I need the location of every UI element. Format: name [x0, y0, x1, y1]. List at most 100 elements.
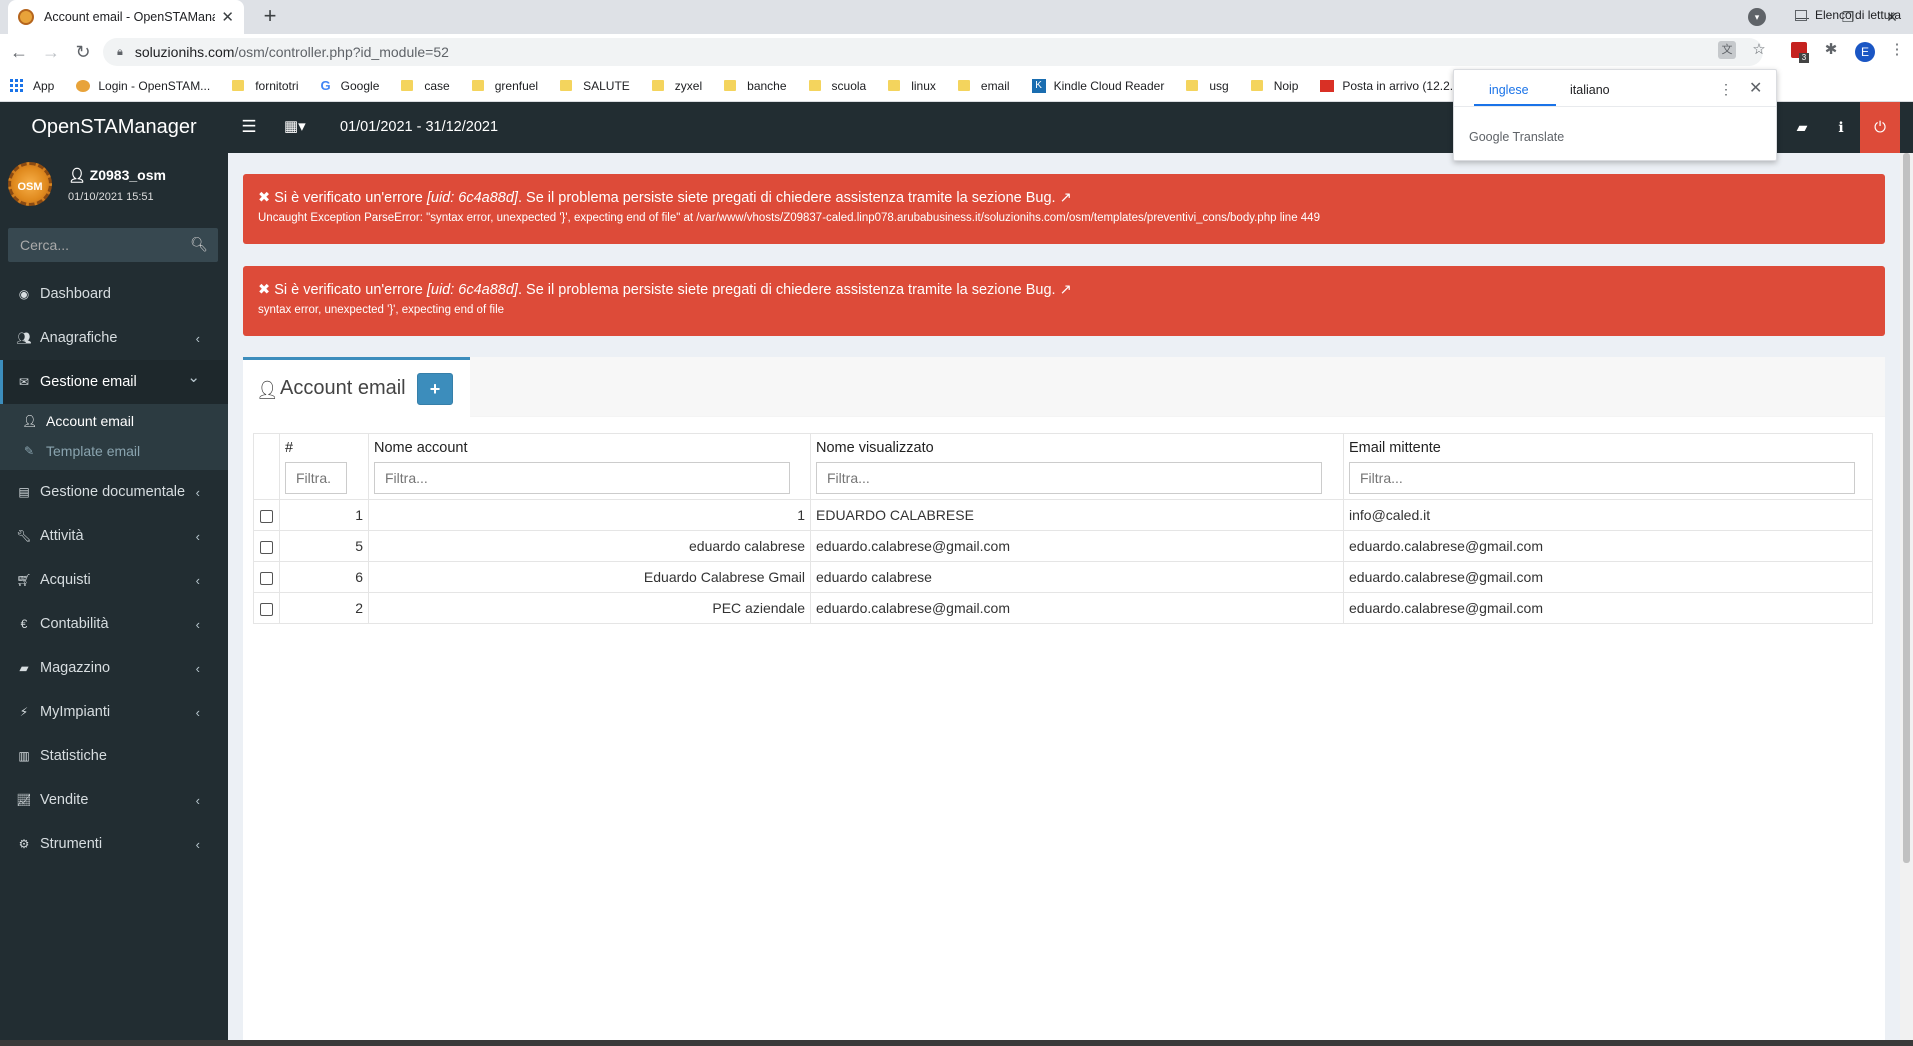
translate-tab-target[interactable]: italiano: [1570, 83, 1610, 97]
reading-list-icon: [1795, 9, 1807, 21]
bookmark-item[interactable]: usg: [1186, 79, 1229, 93]
translate-divider: [1454, 106, 1776, 107]
bookmark-item[interactable]: email: [957, 79, 1010, 93]
row-checkbox[interactable]: [260, 540, 273, 554]
bookmark-item[interactable]: banche: [724, 79, 787, 93]
sidebar-item-acquisti[interactable]: 🛒︎ Acquisti ‹: [0, 558, 228, 602]
plug-icon: ⚡︎: [19, 705, 29, 719]
tab-account-email[interactable]: 👤︎ Account email +: [243, 357, 470, 417]
bookmark-label: fornitotri: [255, 78, 299, 93]
column-header-id[interactable]: #: [279, 433, 369, 500]
back-button[interactable]: ←: [7, 40, 31, 64]
filter-input-display[interactable]: [816, 462, 1322, 494]
bookmark-label: Login - OpenSTAM...: [98, 78, 211, 93]
extensions-puzzle-icon[interactable]: ✱: [1822, 41, 1840, 59]
tab-search-icon[interactable]: ▾: [1748, 8, 1766, 26]
external-link-icon[interactable]: ↗: [1060, 282, 1072, 298]
table-row[interactable]: 2 PEC aziendale eduardo.calabrese@gmail.co…: [253, 592, 1873, 624]
bookmark-item[interactable]: G Google: [321, 78, 380, 93]
sidebar-item-myimpianti[interactable]: ⚡︎ MyImpianti ‹: [0, 690, 228, 734]
logout-power-icon[interactable]: ⏻: [1860, 102, 1900, 153]
bookmark-item[interactable]: scuola: [808, 79, 866, 93]
sidebar-search-input[interactable]: [8, 228, 178, 262]
new-tab-button[interactable]: +: [258, 5, 282, 29]
error-alert-suffix: . Se il problema persiste siete pregati …: [517, 282, 1056, 298]
bookmark-label: Google: [340, 78, 380, 93]
column-header-account[interactable]: Nome account: [368, 433, 811, 500]
document-icon: ▤: [18, 485, 30, 499]
reading-list[interactable]: Elenco di lettura: [1795, 8, 1901, 22]
bookmark-item[interactable]: zyxel: [651, 79, 702, 93]
sidebar-item-strumenti[interactable]: ⚙ Strumenti ‹: [0, 822, 228, 866]
sidebar-item-gestione-documentale[interactable]: ▤ Gestione documentale ‹: [0, 470, 228, 514]
bookmark-item[interactable]: linux: [888, 79, 936, 93]
filter-input-account[interactable]: [374, 462, 790, 494]
bookmark-item[interactable]: grenfuel: [471, 79, 538, 93]
column-header-sender[interactable]: Email mittente: [1343, 433, 1873, 500]
row-checkbox[interactable]: [260, 602, 273, 616]
cell-sender: eduardo.calabrese@gmail.com: [1343, 561, 1873, 593]
cell-account: eduardo calabrese: [368, 530, 811, 562]
sidebar-toggle-icon[interactable]: ☰: [238, 116, 260, 138]
external-link-icon[interactable]: ↗: [1060, 190, 1072, 206]
chevron-left-icon: ‹: [195, 484, 200, 500]
bookmark-item[interactable]: case: [401, 79, 450, 93]
bookmark-item[interactable]: Noip: [1250, 79, 1298, 93]
table-row[interactable]: 1 1 EDUARDO CALABRESE info@caled.it: [253, 499, 1873, 531]
sidebar-item-statistiche[interactable]: ▥ Statistiche: [0, 734, 228, 778]
translate-icon[interactable]: 文: [1718, 41, 1736, 59]
calendar-dropdown-icon[interactable]: ▦▾: [284, 116, 306, 138]
scrollbar-thumb[interactable]: [1903, 153, 1910, 863]
table-row[interactable]: 6 Eduardo Calabrese Gmail eduardo calabres…: [253, 561, 1873, 593]
osm-favicon-icon: [18, 9, 34, 25]
page-scrollbar[interactable]: [1900, 153, 1913, 1046]
browser-tab[interactable]: Account email - OpenSTAManag ✕: [8, 0, 244, 34]
sidebar-item-vendite[interactable]: 📈︎ Vendite ‹: [0, 778, 228, 822]
profile-avatar[interactable]: E: [1855, 42, 1875, 62]
forward-button[interactable]: →: [39, 40, 63, 64]
table-row[interactable]: 5 eduardo calabrese eduardo.calabrese@gmai…: [253, 530, 1873, 562]
row-checkbox[interactable]: [260, 571, 273, 585]
column-header-display[interactable]: Nome visualizzato: [810, 433, 1344, 500]
bookmark-item[interactable]: fornitotri: [232, 78, 299, 93]
sidebar-item-anagrafiche[interactable]: 👥︎ Anagrafiche ‹: [0, 316, 228, 360]
translate-menu-icon[interactable]: ⋮: [1719, 81, 1733, 98]
translate-close-icon[interactable]: ✕: [1749, 78, 1762, 98]
error-alert-detail: syntax error, unexpected '}', expecting …: [258, 304, 505, 316]
period-label[interactable]: 01/01/2021 - 31/12/2021: [340, 102, 498, 153]
user-icon: 👤︎: [68, 167, 90, 183]
sidebar-menu: ◉ Dashboard 👥︎ Anagrafiche ‹ ✉ Gestione email ⌄…: [0, 272, 228, 866]
add-account-button[interactable]: +: [417, 373, 453, 405]
sidebar-item-contabilit-[interactable]: € Contabilità ‹: [0, 602, 228, 646]
bookmark-item[interactable]: SALUTE: [560, 79, 630, 93]
sidebar-item-gestione-email[interactable]: ✉ Gestione email ⌄: [0, 360, 228, 404]
app-logo[interactable]: OpenSTAManager: [0, 102, 228, 153]
filter-input-id[interactable]: [285, 462, 347, 494]
book-icon[interactable]: ▰: [1791, 116, 1813, 138]
sidebar-subitem-template-email[interactable]: ✎ Template email: [0, 436, 228, 466]
bookmark-item[interactable]: App: [10, 79, 54, 93]
reload-button[interactable]: ↻: [71, 40, 95, 64]
folder-icon: [1186, 80, 1199, 91]
info-icon[interactable]: ℹ: [1830, 116, 1852, 138]
sidebar-item-label: Acquisti: [40, 572, 91, 588]
bookmark-item[interactable]: Posta in arrivo (12.2...: [1320, 79, 1460, 93]
lock-icon: 🔒︎: [117, 45, 123, 58]
bookmark-item[interactable]: Login - OpenSTAM...: [76, 79, 210, 93]
sidebar-item-attivit-[interactable]: 🔧︎ Attività ‹: [0, 514, 228, 558]
user-name[interactable]: 👤︎ Z0983_osm: [68, 167, 166, 184]
sidebar-item-dashboard[interactable]: ◉ Dashboard: [0, 272, 228, 316]
row-checkbox[interactable]: [260, 509, 273, 523]
bookmark-star-icon[interactable]: ☆: [1750, 41, 1768, 59]
bookmark-item[interactable]: K Kindle Cloud Reader: [1031, 78, 1164, 93]
browser-menu-icon[interactable]: ⋮: [1888, 41, 1906, 59]
chevron-left-icon: ‹: [195, 330, 200, 346]
address-bar[interactable]: 🔒︎ soluzionihs.com/osm/controller.php?id…: [103, 38, 1763, 66]
search-icon[interactable]: 🔍︎: [190, 236, 208, 253]
tab-close-icon[interactable]: ✕: [221, 8, 234, 26]
cell-account: Eduardo Calabrese Gmail: [368, 561, 811, 593]
translate-tab-source[interactable]: inglese: [1489, 83, 1529, 97]
sidebar-subitem-account-email[interactable]: 👤︎ Account email: [0, 406, 228, 436]
filter-input-sender[interactable]: [1349, 462, 1855, 494]
sidebar-item-magazzino[interactable]: ▰ Magazzino ‹: [0, 646, 228, 690]
